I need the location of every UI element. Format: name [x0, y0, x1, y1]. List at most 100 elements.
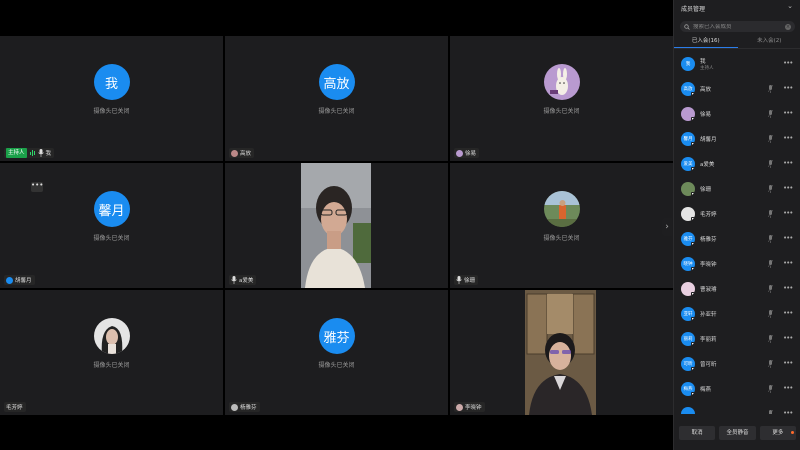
participant-name: 高放	[240, 151, 252, 157]
participant-more-button[interactable]: •••	[783, 184, 793, 192]
participant-more-button[interactable]: •••	[783, 59, 793, 67]
participant-row[interactable]: 爱美 a爱美 •••	[674, 154, 800, 176]
device-icon	[691, 292, 695, 296]
participant-avatar	[681, 282, 695, 296]
participant-name: a爱美	[239, 278, 254, 284]
camera-off-label: 摄像头已关闭	[543, 108, 580, 115]
video-tile-xuyi[interactable]: 摄像头已关闭 徐易	[450, 36, 673, 161]
mic-icon[interactable]	[768, 310, 773, 318]
mic-icon[interactable]	[768, 335, 773, 343]
participant-row[interactable]: 丽莉 李丽莉 •••	[674, 329, 800, 351]
device-icon	[691, 342, 695, 346]
video-tile-me[interactable]: 我 摄像头已关闭 主持人 我	[0, 36, 223, 161]
mic-icon[interactable]	[768, 385, 773, 393]
participant-list: 我我主持人 ••• 高放 高放 ••• 徐易 ••• 馨月 胡馨月 ••• 爱美 a爱美 ••• 徐珊 ••…	[674, 54, 800, 414]
avatar-image	[93, 318, 130, 354]
participant-more-button[interactable]: •••	[783, 359, 793, 367]
participant-row[interactable]: 馨月 胡馨月 •••	[674, 129, 800, 151]
participant-avatar	[681, 182, 695, 196]
participant-more-button[interactable]: •••	[783, 384, 793, 392]
mic-icon[interactable]	[768, 210, 773, 218]
member-tabs: 已入会(16) 未入会(2)	[674, 36, 800, 48]
participant-name: 曾可昕	[700, 362, 717, 368]
participant-more-button[interactable]: •••	[783, 284, 793, 292]
participant-more-button[interactable]: •••	[783, 209, 793, 217]
panel-title: 成员管理	[681, 6, 706, 13]
mute-all-button[interactable]: 全员静音	[719, 426, 756, 440]
mic-icon[interactable]	[768, 185, 773, 193]
device-icon	[691, 117, 695, 121]
mic-icon[interactable]	[768, 360, 773, 368]
mini-avatar	[456, 403, 463, 411]
camera-off-label: 摄像头已关闭	[93, 108, 130, 115]
participant-row[interactable]: 晓钟 李晓钟 •••	[674, 254, 800, 276]
participant-more-button[interactable]: •••	[783, 309, 793, 317]
camera-video	[525, 290, 596, 415]
participant-row[interactable]: 雅芬 杨雅芬 •••	[674, 229, 800, 251]
name-tag: 毛芳婷	[4, 402, 26, 412]
participant-more-button[interactable]: •••	[783, 334, 793, 342]
mic-icon[interactable]	[768, 160, 773, 168]
mic-icon[interactable]	[768, 135, 773, 143]
participant-row[interactable]: 曹淑璿 •••	[674, 279, 800, 301]
device-icon	[691, 142, 695, 146]
participant-name: 胡馨月	[700, 137, 717, 143]
participant-more-button[interactable]: •••	[783, 109, 793, 117]
chevron-down-icon[interactable]: ⌄	[787, 2, 793, 10]
participant-name: 曹淑璿	[700, 287, 717, 293]
mic-icon	[231, 276, 237, 284]
participant-more-button[interactable]: •••	[783, 409, 793, 414]
mini-avatar	[231, 403, 238, 411]
participant-row[interactable]: 徐珊 •••	[674, 179, 800, 201]
participant-row[interactable]: •••	[674, 404, 800, 414]
mic-icon[interactable]	[768, 285, 773, 293]
participant-name: 毛芳婷	[6, 405, 23, 411]
participant-row[interactable]: 高放 高放 •••	[674, 79, 800, 101]
collapse-panel-button[interactable]: ›	[662, 218, 672, 236]
camera-off-label: 摄像头已关闭	[93, 235, 130, 242]
member-search[interactable]: ×	[680, 21, 795, 32]
participant-name: 徐易	[700, 112, 712, 118]
participant-row[interactable]: 徐易 •••	[674, 104, 800, 126]
panel-footer: 取消 全员静音 更多	[674, 422, 800, 450]
clear-icon[interactable]: ×	[785, 23, 791, 30]
host-badge: 主持人	[6, 148, 27, 158]
mic-icon[interactable]	[768, 235, 773, 243]
more-options-button[interactable]: 更多	[759, 426, 796, 440]
mic-icon[interactable]	[768, 110, 773, 118]
participant-avatar: 爱美	[681, 157, 695, 171]
video-tile-yangyafen[interactable]: 雅芬 摄像头已关闭 杨雅芬	[225, 290, 448, 415]
more-label: 更多	[772, 430, 784, 436]
video-tile-xushan[interactable]: 摄像头已关闭 徐珊	[450, 163, 673, 288]
device-icon	[691, 167, 695, 171]
mic-icon[interactable]	[768, 260, 773, 268]
participant-more-button[interactable]: •••	[783, 234, 793, 242]
participant-more-button[interactable]: •••	[783, 159, 793, 167]
device-icon	[691, 192, 695, 196]
participant-name: 徐珊	[464, 278, 476, 284]
participant-avatar: 梅燕	[681, 382, 695, 396]
search-input[interactable]	[692, 23, 783, 30]
video-tile-gaofang[interactable]: 高放 摄像头已关闭 高放	[225, 36, 448, 161]
video-tile-aimei[interactable]: a爱美	[225, 163, 448, 288]
mic-icon[interactable]	[768, 410, 773, 414]
participant-row[interactable]: 梅燕 梅燕 •••	[674, 379, 800, 401]
device-icon	[691, 92, 695, 96]
participant-more-button[interactable]: •••	[783, 259, 793, 267]
tab-joined[interactable]: 已入会(16)	[674, 36, 738, 48]
tab-not-joined[interactable]: 未入会(2)	[738, 36, 800, 48]
participant-more-button[interactable]: •••	[783, 84, 793, 92]
video-tile-maofangting[interactable]: 摄像头已关闭 毛芳婷	[0, 290, 223, 415]
participant-more-button[interactable]: •••	[783, 134, 793, 142]
participant-row[interactable]: 亚轩 孙亚轩 •••	[674, 304, 800, 326]
cancel-button[interactable]: 取消	[679, 426, 716, 440]
mini-avatar	[456, 149, 463, 157]
participant-row[interactable]: 毛芳婷 •••	[674, 204, 800, 226]
participant-name: 杨雅芬	[240, 405, 257, 411]
participant-row[interactable]: 我我主持人 •••	[674, 54, 800, 76]
video-tile-lixiaozhong[interactable]: 李晓钟	[450, 290, 673, 415]
participant-row[interactable]: 可昕 曾可昕 •••	[674, 354, 800, 376]
tile-more-button[interactable]: •••	[31, 182, 43, 192]
mic-icon[interactable]	[768, 85, 773, 93]
name-tag: a爱美	[229, 275, 257, 285]
